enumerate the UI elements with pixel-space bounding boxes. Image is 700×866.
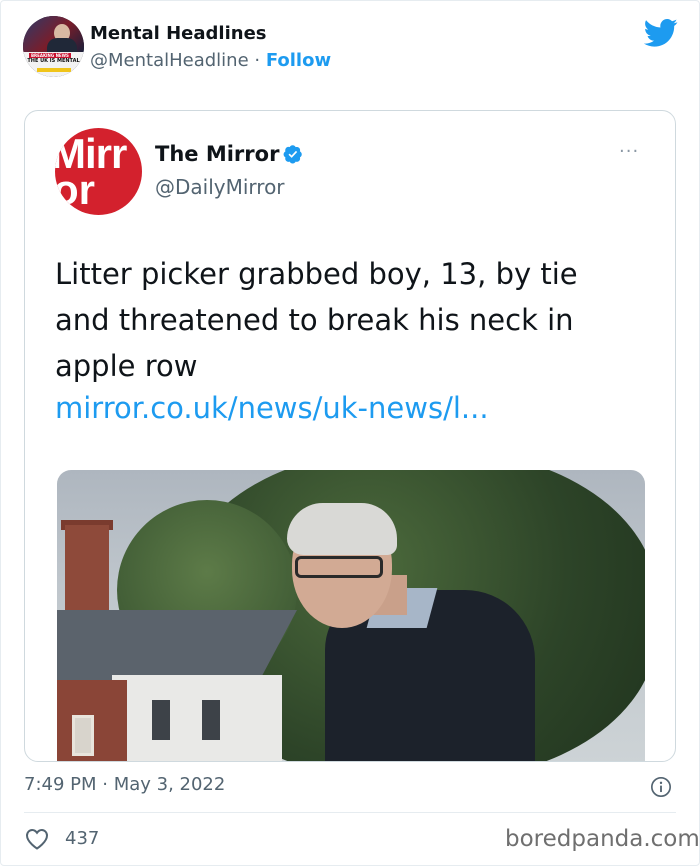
quoted-tweet-card[interactable]: Mirr or The Mirror @DailyMirror ··· Litt… <box>24 110 676 762</box>
quoted-author-name-text: The Mirror <box>155 142 280 166</box>
mirror-logo-text-2: or <box>55 166 95 213</box>
verified-badge-icon <box>284 145 303 164</box>
like-count: 437 <box>65 828 100 849</box>
photo-man-hair <box>287 503 397 555</box>
twitter-bird-icon[interactable] <box>644 18 678 48</box>
photo-window <box>152 700 170 740</box>
author-avatar[interactable]: BREAKING NEWS THE UK IS MENTAL <box>23 16 84 77</box>
article-photo[interactable] <box>57 470 645 761</box>
tweet-timestamp[interactable]: 7:49 PM · May 3, 2022 <box>24 774 225 795</box>
handle-separator: · <box>248 50 266 71</box>
more-options-icon[interactable]: ··· <box>619 141 639 162</box>
info-icon[interactable] <box>650 776 672 798</box>
quoted-author-handle[interactable]: @DailyMirror <box>155 175 285 199</box>
follow-button[interactable]: Follow <box>266 50 331 71</box>
mirror-logo[interactable]: Mirr or <box>55 128 142 215</box>
author-handle-line: @MentalHeadline · Follow <box>90 50 331 71</box>
photo-window <box>72 715 94 756</box>
article-link[interactable]: mirror.co.uk/news/uk-news/l... <box>55 391 489 425</box>
avatar-ticker <box>37 68 71 72</box>
photo-man-glasses <box>295 556 383 578</box>
avatar-banner-text: THE UK IS MENTAL <box>27 58 80 64</box>
photo-window <box>202 700 220 740</box>
author-handle[interactable]: @MentalHeadline <box>90 50 249 71</box>
footer-divider <box>24 812 676 813</box>
photo-house <box>112 675 282 761</box>
quoted-tweet-text: Litter picker grabbed boy, 13, by tie an… <box>55 257 578 383</box>
heart-icon[interactable] <box>25 828 49 850</box>
photo-chimney <box>65 525 109 615</box>
quoted-author-name[interactable]: The Mirror <box>155 142 303 166</box>
author-name[interactable]: Mental Headlines <box>90 23 267 44</box>
watermark: boredpanda.com <box>505 826 700 852</box>
